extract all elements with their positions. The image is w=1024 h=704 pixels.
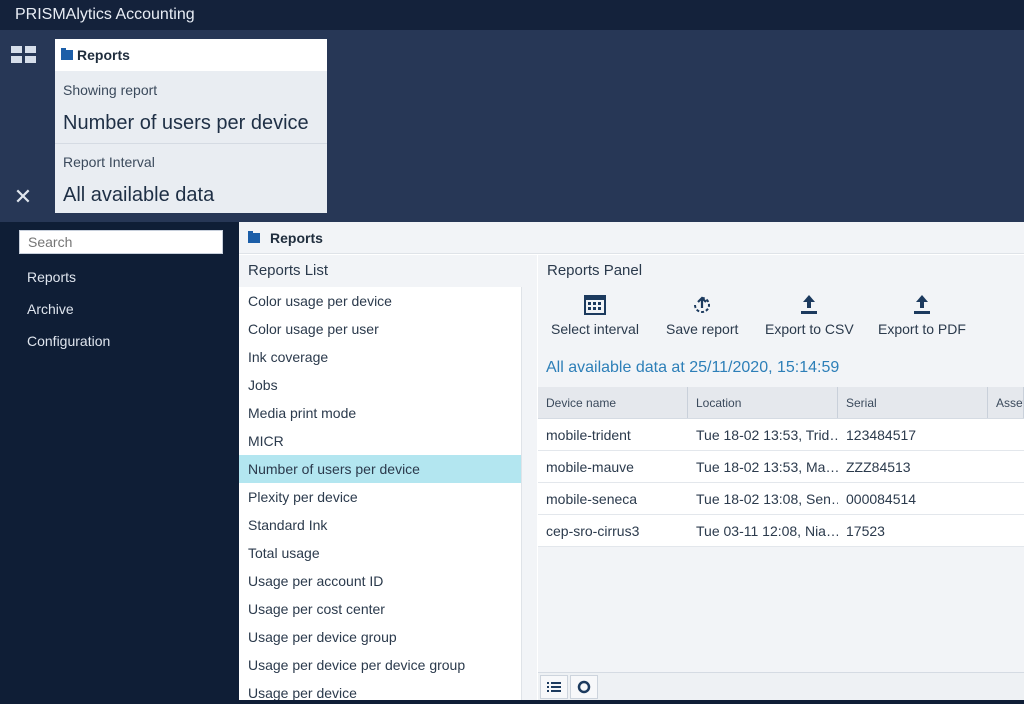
column-header-device-name[interactable]: Device name	[538, 387, 688, 418]
list-item[interactable]: Media print mode	[239, 399, 521, 427]
header: ✕ Reports Showing report Number of users…	[0, 30, 1024, 222]
column-header-location[interactable]: Location	[688, 387, 838, 418]
column-header-asset[interactable]: Asset	[988, 387, 1024, 418]
cell-serial: 000084514	[846, 491, 917, 507]
report-interval-value: All available data	[63, 184, 215, 206]
showing-report-label: Showing report	[63, 82, 158, 98]
cell-device-name: cep-sro-cirrus3	[546, 523, 640, 539]
list-icon	[547, 682, 561, 692]
divider	[55, 143, 327, 144]
table-row[interactable]: mobile-trident Tue 18-02 13:53, Trid… 12…	[538, 419, 1024, 451]
cell-location: Tue 03-11 12:08, Nia…	[696, 523, 838, 539]
list-item[interactable]: Color usage per user	[239, 315, 521, 343]
list-item[interactable]: Jobs	[239, 371, 521, 399]
cell-serial: 17523	[846, 523, 885, 539]
sidebar-item-reports[interactable]: Reports	[27, 269, 76, 285]
main-title: Reports	[270, 229, 323, 246]
select-interval-button[interactable]: Select interval	[551, 287, 639, 337]
list-item[interactable]: Ink coverage	[239, 343, 521, 371]
list-item[interactable]: Color usage per device	[239, 287, 521, 315]
list-item[interactable]: Standard Ink	[239, 511, 521, 539]
data-timestamp: All available data at 25/11/2020, 15:14:…	[546, 359, 840, 376]
close-icon[interactable]: ✕	[13, 186, 33, 208]
reports-list-title: Reports List	[248, 262, 329, 279]
reports-panel: Reports Panel Select interval Save repor…	[538, 255, 1024, 700]
cell-location: Tue 18-02 13:08, Sen…	[696, 491, 838, 507]
list-item-selected[interactable]: Number of users per device	[239, 455, 521, 483]
cell-location: Tue 18-02 13:53, Ma…	[696, 459, 838, 475]
list-view-button[interactable]	[540, 675, 568, 699]
report-table: Device name Location Serial Asset mobile…	[538, 387, 1024, 547]
table-row[interactable]: mobile-seneca Tue 18-02 13:08, Sen… 0000…	[538, 483, 1024, 515]
reports-list: Color usage per device Color usage per u…	[239, 287, 522, 700]
card-header: Reports	[55, 39, 327, 71]
reports-panel-title: Reports Panel	[547, 262, 643, 279]
save-report-button[interactable]: Save report	[666, 287, 738, 337]
upload-icon	[913, 295, 930, 314]
search-input[interactable]	[19, 230, 223, 254]
list-item[interactable]: Plexity per device	[239, 483, 521, 511]
toolbar: Select interval Save report Export to CS…	[538, 287, 1024, 353]
export-pdf-label: Export to PDF	[878, 321, 966, 337]
cell-serial: 123484517	[846, 427, 917, 443]
cell-asset	[988, 419, 1024, 450]
card-title: Reports	[77, 47, 130, 63]
upload-icon	[801, 295, 818, 314]
cell-device-name: mobile-seneca	[546, 491, 638, 507]
list-item[interactable]: Usage per device group	[239, 623, 521, 651]
list-item[interactable]: Total usage	[239, 539, 521, 567]
sidebar-item-archive[interactable]: Archive	[27, 301, 74, 317]
sidebar-item-configuration[interactable]: Configuration	[27, 333, 110, 349]
save-refresh-icon	[694, 296, 711, 313]
list-item[interactable]: Usage per device	[239, 679, 521, 700]
cell-location: Tue 18-02 13:53, Trid…	[696, 427, 838, 443]
export-pdf-button[interactable]: Export to PDF	[878, 287, 966, 337]
column-header-serial[interactable]: Serial	[838, 387, 988, 418]
sidebar: Reports Archive Configuration	[0, 222, 238, 704]
export-csv-button[interactable]: Export to CSV	[765, 287, 854, 337]
table-row[interactable]: mobile-mauve Tue 18-02 13:53, Ma… ZZZ845…	[538, 451, 1024, 483]
bottom-toolbar	[538, 672, 1024, 700]
report-info-card: Reports Showing report Number of users p…	[55, 39, 327, 213]
list-item[interactable]: MICR	[239, 427, 521, 455]
cell-asset	[988, 483, 1024, 514]
cell-device-name: mobile-trident	[546, 427, 631, 443]
cell-asset	[988, 451, 1024, 482]
cell-serial: ZZZ84513	[846, 459, 911, 475]
list-item[interactable]: Usage per cost center	[239, 595, 521, 623]
chart-view-button[interactable]	[570, 675, 598, 699]
ring-icon	[577, 680, 591, 694]
app-title: PRISMAlytics Accounting	[0, 0, 1024, 30]
list-item[interactable]: Usage per device per device group	[239, 651, 521, 679]
save-report-label: Save report	[666, 321, 739, 337]
main-content: Reports Reports List Color usage per dev…	[239, 222, 1024, 700]
export-csv-label: Export to CSV	[765, 321, 854, 337]
showing-report-value: Number of users per device	[63, 112, 309, 134]
select-interval-label: Select interval	[551, 321, 639, 337]
calendar-icon	[583, 295, 606, 315]
list-item[interactable]: Usage per account ID	[239, 567, 521, 595]
reports-list-panel: Reports List Color usage per device Colo…	[239, 255, 537, 700]
cell-asset	[988, 515, 1024, 546]
report-interval-label: Report Interval	[63, 154, 155, 170]
apps-grid-icon[interactable]	[11, 46, 37, 64]
main-header: Reports	[239, 222, 1024, 254]
table-header: Device name Location Serial Asset	[538, 387, 1024, 419]
cell-device-name: mobile-mauve	[546, 459, 634, 475]
folder-icon	[61, 48, 73, 60]
table-row[interactable]: cep-sro-cirrus3 Tue 03-11 12:08, Nia… 17…	[538, 515, 1024, 547]
folder-icon	[248, 230, 260, 243]
